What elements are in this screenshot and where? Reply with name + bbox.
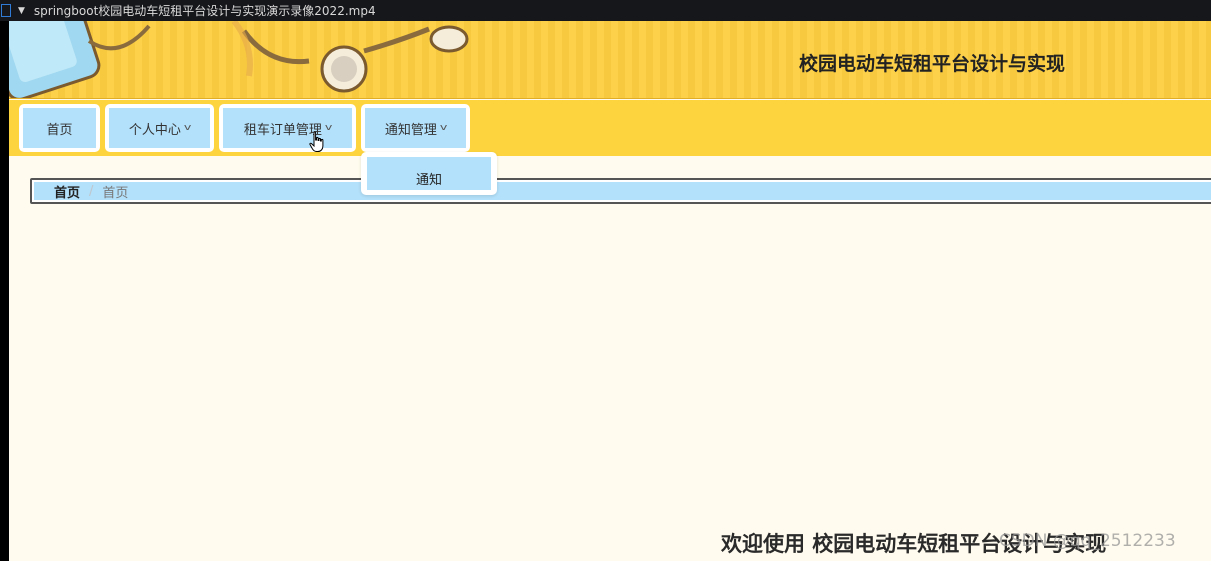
- headphones-illustration: [9, 21, 469, 98]
- app-page: 校园电动车短租平台设计与实现 首页 个人中心 v 租车订单管理 v 通知管理 v: [9, 21, 1211, 561]
- nav-item-label: 通知管理: [384, 122, 437, 138]
- breadcrumb: 首页 / 首页: [30, 178, 1211, 204]
- breadcrumb-bar: 首页 / 首页: [34, 182, 1211, 201]
- window-titlebar: ▼ springboot校园电动车短租平台设计与实现演示录像2022.mp4: [0, 0, 1211, 21]
- chevron-down-icon: v: [324, 123, 333, 133]
- site-title: 校园电动车短租平台设计与实现: [799, 53, 1066, 75]
- chevron-down-icon: v: [183, 123, 192, 133]
- window-icon: [1, 4, 11, 17]
- nav-item-label: 个人中心: [128, 122, 181, 138]
- breadcrumb-current: 首页: [102, 185, 129, 201]
- dropdown-item-label: 通知: [415, 172, 442, 188]
- notification-dropdown-menu: 通知: [361, 152, 497, 195]
- site-header: 校园电动车短租平台设计与实现: [9, 21, 1211, 99]
- main-nav: 首页 个人中心 v 租车订单管理 v 通知管理 v: [9, 100, 1211, 156]
- caret-down-icon[interactable]: ▼: [18, 6, 25, 16]
- nav-item-notification-management-button[interactable]: 通知管理 v: [365, 108, 466, 148]
- nav-item-rental-orders[interactable]: 租车订单管理 v: [219, 104, 356, 152]
- watermark-text: CSDN @qq_2512233: [999, 531, 1176, 551]
- chevron-down-icon: v: [439, 123, 448, 133]
- nav-item-rental-orders-button[interactable]: 租车订单管理 v: [223, 108, 352, 148]
- nav-item-personal-center-button[interactable]: 个人中心 v: [109, 108, 210, 148]
- nav-item-personal-center[interactable]: 个人中心 v: [105, 104, 214, 152]
- window-title: springboot校园电动车短租平台设计与实现演示录像2022.mp4: [33, 4, 376, 18]
- nav-item-notification-management[interactable]: 通知管理 v: [361, 104, 470, 152]
- breadcrumb-separator: /: [89, 183, 94, 199]
- nav-item-label: 首页: [46, 122, 73, 138]
- nav-item-home[interactable]: 首页: [19, 104, 100, 152]
- nav-item-home-button[interactable]: 首页: [23, 108, 96, 148]
- hand-pointer-cursor-icon: [309, 131, 324, 152]
- dropdown-item-notification[interactable]: 通知: [367, 157, 491, 190]
- breadcrumb-home-link[interactable]: 首页: [54, 182, 80, 201]
